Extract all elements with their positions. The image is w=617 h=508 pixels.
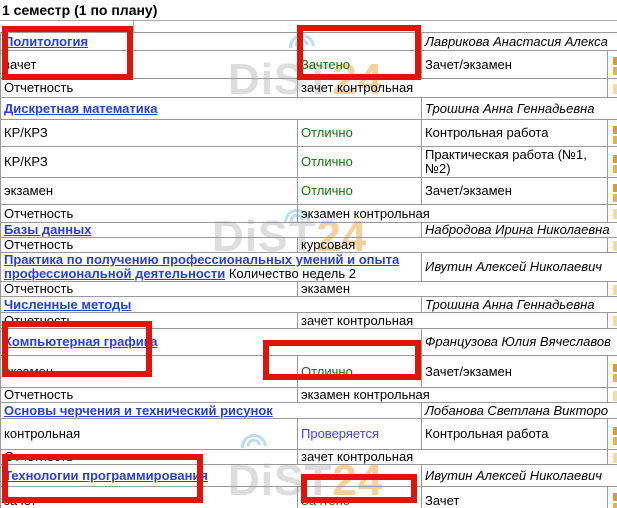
- report-value: экзамен контрольная: [298, 388, 608, 403]
- course-title-cell: Дискретная математика: [1, 98, 422, 120]
- course-suffix: Количество недель 2: [225, 266, 356, 281]
- report-label: Отчетность: [1, 79, 298, 98]
- clipped-column: [608, 419, 617, 450]
- grade-row: экзаменОтличноЗачет/экзамен: [1, 178, 617, 205]
- teacher-name: Трошина Анна Геннадьевна: [422, 297, 617, 313]
- teacher-name: Набродова Ирина Николаевна: [422, 223, 617, 238]
- report-label: Отчетность: [1, 205, 298, 223]
- course-title-row: Дискретная математика Трошина Анна Геннад…: [1, 98, 617, 120]
- clipped-column: [608, 238, 617, 253]
- report-row: Отчетностьэкзамен контрольная: [1, 205, 617, 223]
- report-value: зачет контрольная: [298, 313, 608, 329]
- course-block: Базы данныхНабродова Ирина НиколаевнаОтч…: [0, 222, 617, 253]
- annotation-box-komp-grafika: [2, 321, 152, 377]
- grade-row: КР/КРЗОтличноКонтрольная работа: [1, 120, 617, 147]
- report-value: экзамен контрольная: [298, 205, 608, 223]
- report-label: Отчетность: [1, 282, 298, 297]
- assessment-type: Зачет/экзамен: [422, 51, 608, 79]
- course-title-row: Численные методы Трошина Анна Геннадьевна: [1, 297, 617, 313]
- grade-row: КР/КРЗОтличноПрактическая работа (№1, №2…: [1, 147, 617, 178]
- course-title-cell: Практика по получению профессиональных у…: [1, 253, 422, 282]
- annotation-box-politologia: [2, 26, 133, 80]
- clipped-column: [608, 205, 617, 223]
- annotation-box-zachteno-top: [297, 25, 421, 80]
- annotation-box-zachteno-bottom: [301, 474, 417, 503]
- header-divider-line: [0, 20, 617, 21]
- clipped-column: [608, 388, 617, 403]
- grade-row: контрольнаяПроверяетсяКонтрольная работа: [1, 419, 617, 450]
- course-title-row: Основы черчения и технический рисунок Лоб…: [1, 403, 617, 419]
- grade-value: Отлично: [298, 178, 422, 205]
- course-block: Дискретная математика Трошина Анна Геннад…: [0, 97, 617, 223]
- report-value: курсовая: [298, 238, 608, 253]
- teacher-name: Лаврикова Анастасия Алекса: [422, 33, 617, 51]
- course-title-cell: Основы черчения и технический рисунок: [1, 403, 422, 419]
- header-divider-tick: [133, 20, 134, 32]
- course-link[interactable]: Дискретная математика: [4, 101, 158, 116]
- teacher-name: Трошина Анна Геннадьевна: [422, 98, 617, 120]
- control-type: контрольная: [1, 419, 298, 450]
- annotation-box-otlichno: [263, 340, 421, 380]
- report-value: зачет контрольная: [298, 450, 608, 465]
- control-type: КР/КРЗ: [1, 120, 298, 147]
- page-title: 1 семестр (1 по плану): [2, 2, 157, 18]
- report-row: Отчетностькурсовая: [1, 238, 617, 253]
- grade-value: Отлично: [298, 120, 422, 147]
- report-row: Отчетностьэкзамен: [1, 282, 617, 297]
- course-title-cell: Численные методы: [1, 297, 422, 313]
- course-title-row: Практика по получению профессиональных у…: [1, 253, 617, 282]
- report-value: экзамен: [298, 282, 608, 297]
- clipped-column: [608, 120, 617, 147]
- control-type: КР/КРЗ: [1, 147, 298, 178]
- assessment-type: Практическая работа (№1, №2): [422, 147, 608, 178]
- teacher-name: Ивутин Алексей Николаевич: [422, 465, 617, 487]
- clipped-column: [608, 487, 617, 508]
- assessment-type: Контрольная работа: [422, 120, 608, 147]
- control-type: экзамен: [1, 178, 298, 205]
- report-label: Отчетность: [1, 388, 298, 403]
- course-block: Практика по получению профессиональных у…: [0, 252, 617, 297]
- assessment-type: Зачет/экзамен: [422, 178, 608, 205]
- clipped-column: [608, 282, 617, 297]
- grade-value: Проверяется: [298, 419, 422, 450]
- course-title-cell: Базы данных: [1, 223, 422, 238]
- report-row: Отчетностьэкзамен контрольная: [1, 388, 617, 403]
- semester-grades-page: 1 семестр (1 по плану) DiST24 DiST24 DiS…: [0, 0, 617, 508]
- teacher-name: Ивутин Алексей Николаевич: [422, 253, 617, 282]
- assessment-type: Зачет/экзамен: [422, 356, 608, 388]
- clipped-column: [608, 147, 617, 178]
- annotation-box-tehnologii: [2, 454, 203, 503]
- clipped-column: [608, 356, 617, 388]
- assessment-type: Контрольная работа: [422, 419, 608, 450]
- course-title-row: Базы данных Набродова Ирина Николаевна: [1, 223, 617, 238]
- grades-table-area: ПолитологияЛаврикова Анастасия Алексазач…: [0, 32, 617, 508]
- assessment-type: Зачет: [422, 487, 608, 508]
- course-link[interactable]: Численные методы: [4, 297, 131, 312]
- report-label: Отчетность: [1, 238, 298, 253]
- clipped-column: [608, 313, 617, 329]
- clipped-column: [608, 450, 617, 465]
- clipped-column: [608, 178, 617, 205]
- report-value: зачет контрольная: [298, 79, 608, 98]
- course-link[interactable]: Основы черчения и технический рисунок: [4, 403, 273, 418]
- clipped-column: [608, 51, 617, 79]
- course-link[interactable]: Базы данных: [4, 223, 91, 238]
- teacher-name: Лобанова Светлана Викторо: [422, 403, 617, 419]
- teacher-name: Французова Юлия Вячеславов: [422, 329, 617, 356]
- grade-value: Отлично: [298, 147, 422, 178]
- report-row: Отчетностьзачет контрольная: [1, 79, 617, 98]
- clipped-column: [608, 79, 617, 98]
